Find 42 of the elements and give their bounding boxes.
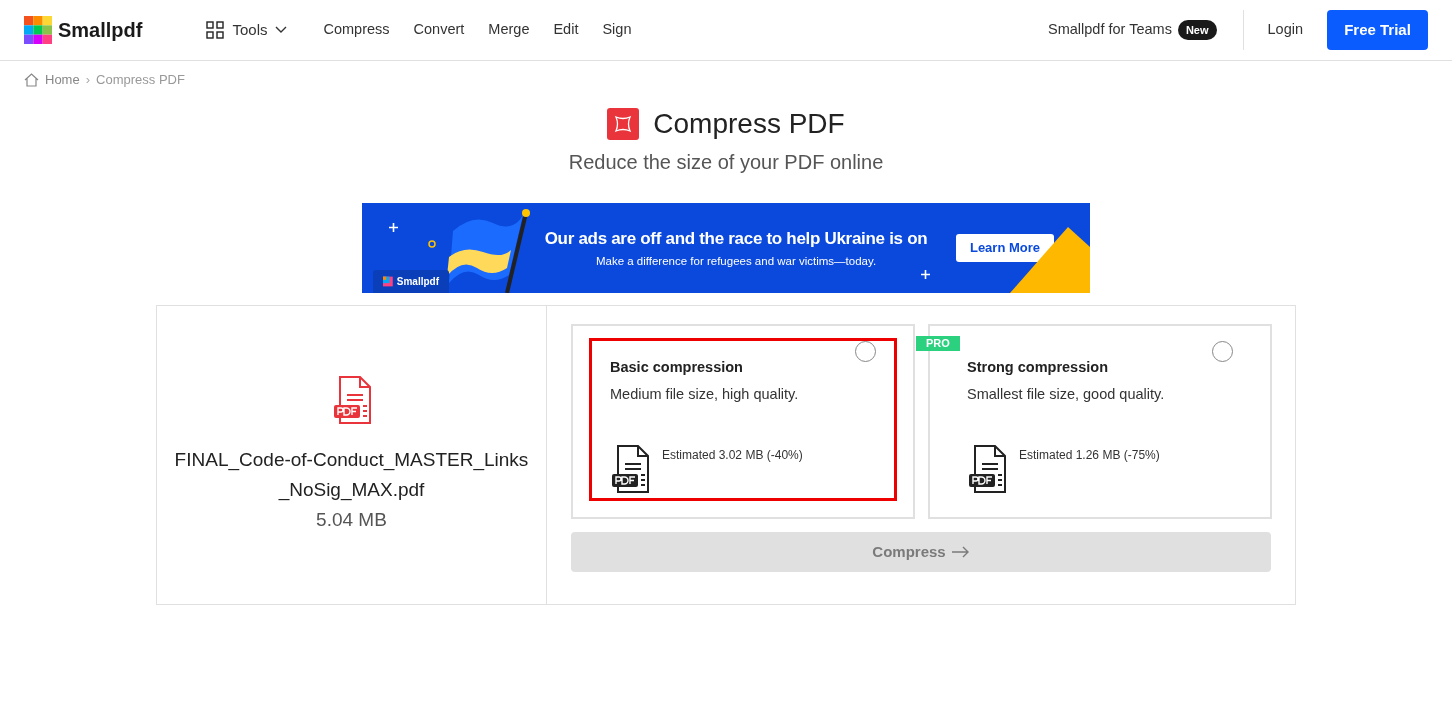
- pro-badge: PRO: [916, 336, 960, 351]
- breadcrumb-link[interactable]: Home: [45, 70, 80, 90]
- pdf-document-icon: [967, 443, 1007, 494]
- chevron-down-icon: [275, 26, 288, 34]
- file-name: FINAL_Code-of-Conduct_MASTER_Links_NoSig_MAX.pdf: [173, 448, 530, 503]
- grid-icon: [206, 21, 225, 39]
- nav-link[interactable]: Sign: [602, 19, 632, 41]
- banner-subline: Make a difference for refugees and war victims—today.: [595, 253, 877, 269]
- option-description: Medium file size, high quality.: [610, 384, 800, 404]
- login-link[interactable]: Login: [1267, 19, 1303, 41]
- plus-icon: [389, 223, 398, 232]
- page-subtitle: Reduce the size of your PDF online: [568, 150, 884, 175]
- tools-menu[interactable]: Tools: [206, 18, 288, 42]
- brand-name: Smallpdf: [396, 275, 439, 289]
- plus-icon: [921, 270, 930, 279]
- option-title: Strong compression: [967, 358, 1109, 377]
- compress-tool-icon: [607, 108, 640, 140]
- size-estimate: Estimated 1.26 MB (-75%): [1019, 446, 1160, 464]
- ukraine-banner[interactable]: Smallpdf Our ads are off and the race to help Ukraine is on Make a difference for refugees and war victims—today. Learn More: [362, 203, 1090, 293]
- option-title: Basic compression: [610, 358, 744, 377]
- nav-link[interactable]: Compress: [323, 19, 390, 41]
- arrow-right-icon: [951, 546, 970, 558]
- option-description: Smallest file size, good quality.: [967, 384, 1166, 404]
- teams-link[interactable]: Smallpdf for Teams: [1048, 19, 1172, 41]
- nav-link[interactable]: Edit: [553, 19, 579, 41]
- free-trial-button[interactable]: Free Trial: [1327, 10, 1428, 50]
- pdf-document-icon: [610, 443, 650, 494]
- logo-icon: [24, 16, 52, 44]
- file-size: 5.04 MB: [316, 508, 387, 532]
- compression-option[interactable]: Basic compression Medium file size, high quality. Estimated 3.02 MB (-40%): [571, 324, 915, 519]
- home-icon: [24, 73, 39, 87]
- new-badge: New: [1177, 19, 1217, 41]
- learn-more-button[interactable]: Learn More: [956, 234, 1054, 262]
- logo-icon: [383, 276, 393, 287]
- banner-headline: Our ads are off and the race to help Ukraine is on: [544, 228, 928, 251]
- nav-link[interactable]: Merge: [488, 19, 530, 41]
- nav-link[interactable]: Convert: [413, 19, 465, 41]
- breadcrumb-separator: ›: [85, 71, 91, 90]
- circle-icon: [428, 240, 436, 248]
- logo-text[interactable]: Smallpdf: [58, 15, 143, 45]
- page-title: Compress PDF: [653, 107, 845, 141]
- size-estimate: Estimated 3.02 MB (-40%): [662, 446, 803, 464]
